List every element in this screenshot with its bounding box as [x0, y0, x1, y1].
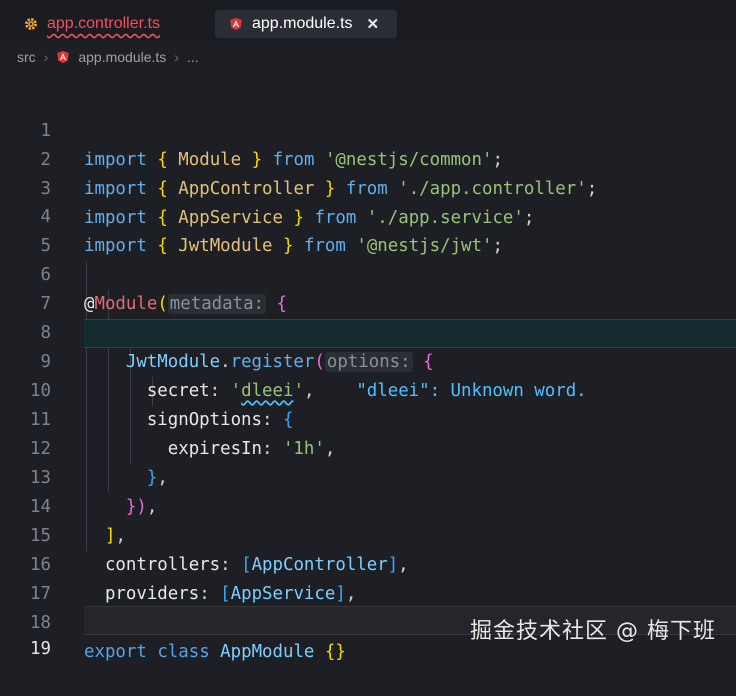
code-line: 8 JwtModule.register(options: { — [0, 290, 736, 372]
breadcrumb: src › app.module.ts › ... — [17, 47, 199, 67]
angular-icon — [230, 17, 242, 31]
code-line: 17 }) — [0, 551, 736, 633]
chevron-right-icon: › — [174, 49, 179, 65]
gear-icon — [25, 18, 37, 30]
tab-label: app.controller.ts — [47, 15, 160, 32]
line-number: 19 — [30, 639, 51, 659]
tab-label: app.module.ts — [252, 15, 353, 32]
code-line: 12 }, — [0, 406, 736, 488]
code-line: 4 import { JwtModule } from '@nestjs/jwt… — [0, 174, 736, 256]
code-line: 9 secret: 'dleei', "dleei": Unknown word… — [0, 319, 736, 401]
code-line: 18 export class AppModule {} — [0, 580, 736, 662]
code-line: 10 signOptions: { — [0, 348, 736, 430]
code-line: 14 ], — [0, 464, 736, 546]
angular-icon — [57, 50, 70, 64]
code-line: 3 import { AppService } from './app.serv… — [0, 146, 736, 228]
tab-app-module[interactable]: app.module.ts ✕ — [215, 10, 397, 38]
breadcrumb-more[interactable]: ... — [187, 49, 199, 65]
code-line: 1 import { Module } from '@nestjs/common… — [0, 88, 736, 170]
watermark: 掘金技术社区 @ 梅下班 — [470, 619, 716, 644]
code-line: 2 import { AppController } from './app.c… — [0, 117, 736, 199]
code-line: 15 controllers: [AppController], — [0, 493, 736, 575]
chevron-right-icon: › — [43, 49, 49, 65]
tab-app-controller[interactable]: app.controller.ts — [24, 10, 160, 38]
code-line: 13 }), — [0, 435, 736, 517]
tab-bar: app.controller.ts app.module.ts ✕ — [0, 0, 736, 41]
code-line: 11 expiresIn: '1h', — [0, 377, 736, 459]
breadcrumb-file[interactable]: app.module.ts — [78, 49, 166, 65]
code-line: 7 imports: [ — [0, 261, 736, 343]
breadcrumb-folder[interactable]: src — [17, 49, 36, 65]
code-line: 5 — [0, 203, 736, 256]
close-icon[interactable]: ✕ — [367, 15, 380, 33]
code-line: 6 @Module(metadata: { — [0, 232, 736, 314]
code-line: 16 providers: [AppService], — [0, 522, 736, 604]
